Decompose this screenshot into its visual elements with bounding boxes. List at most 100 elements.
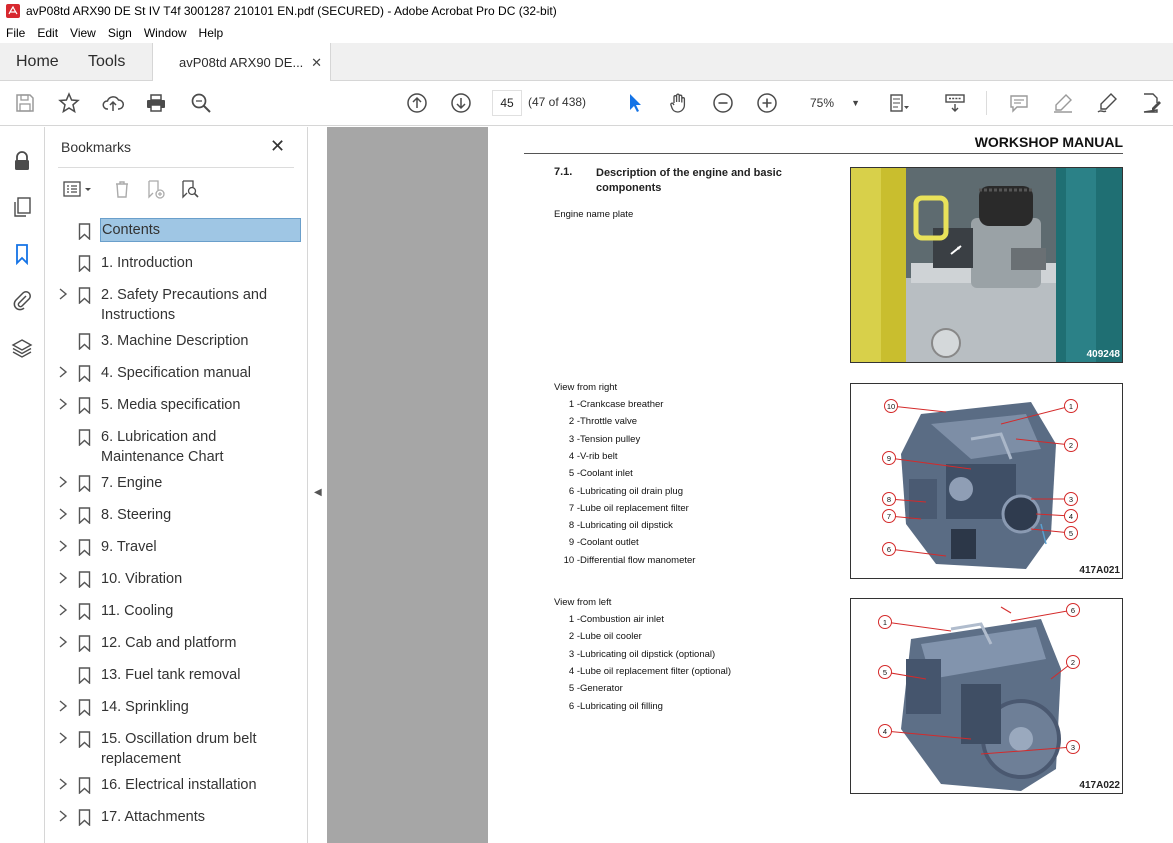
legend-text: Lube oil replacement filter — [580, 502, 689, 514]
bookmark-label: 6. Lubrication and Maintenance Chart — [101, 429, 224, 465]
bookmark-label: 15. Oscillation drum belt replacement — [101, 731, 257, 767]
collapse-panel-icon[interactable]: ◀ — [314, 487, 322, 498]
document-canvas[interactable]: WORKSHOP MANUAL 7.1. Description of the … — [327, 127, 1173, 843]
bookmark-icon — [78, 667, 91, 684]
tab-document[interactable]: avP08td ARX90 DE... ✕ — [152, 43, 331, 82]
expand-chevron-icon[interactable] — [58, 810, 68, 822]
legend-number: 5 - — [568, 468, 580, 480]
engine-photo-illustration — [851, 168, 1122, 362]
bookmarks-panel-title: Bookmarks — [61, 139, 132, 155]
bookmark-label: 9. Travel — [101, 539, 157, 555]
callout-leader-line — [888, 457, 972, 470]
edit-document-icon[interactable] — [1138, 90, 1164, 116]
hand-tool-icon[interactable] — [666, 90, 692, 116]
engine-right-view-figure: 10 1 2 9 3 8 4 7 5 6 417A021 — [850, 383, 1123, 579]
expand-chevron-icon[interactable] — [58, 366, 68, 378]
fit-page-icon[interactable] — [886, 90, 912, 116]
legend-number: 5 - — [568, 683, 580, 695]
zoom-in-icon[interactable] — [754, 90, 780, 116]
engine-name-plate-photo: 409248 — [850, 167, 1123, 363]
tab-tools[interactable]: Tools — [88, 43, 125, 81]
bookmark-label: 14. Sprinkling — [101, 699, 189, 715]
next-page-icon[interactable] — [448, 90, 474, 116]
bookmark-icon — [78, 539, 91, 556]
upload-cloud-icon[interactable] — [100, 90, 126, 116]
left-navigation-rail — [0, 127, 45, 843]
comment-icon[interactable] — [1006, 90, 1032, 116]
star-icon[interactable] — [56, 90, 82, 116]
close-panel-icon[interactable]: ✕ — [270, 136, 285, 157]
page-thumbnails-icon[interactable] — [10, 195, 34, 219]
tab-home[interactable]: Home — [16, 43, 59, 81]
delete-bookmark-icon[interactable] — [110, 177, 134, 201]
callout-label: 2 — [1069, 441, 1073, 450]
callout-leader-line — [890, 405, 947, 413]
save-icon[interactable] — [12, 90, 38, 116]
legend-number: 4 - — [568, 665, 580, 677]
name-plate-label: Engine name plate — [554, 209, 634, 220]
title-bar: avP08td ARX90 DE St IV T4f 3001287 21010… — [0, 0, 1173, 22]
select-cursor-icon[interactable] — [622, 90, 648, 116]
menu-view[interactable]: View — [70, 26, 96, 40]
bookmark-label: 3. Machine Description — [101, 333, 249, 349]
expand-chevron-icon[interactable] — [58, 508, 68, 520]
header-rule — [524, 153, 1123, 154]
close-tab-icon[interactable]: ✕ — [311, 55, 322, 71]
zoom-search-icon[interactable] — [188, 90, 214, 116]
scroll-mode-icon[interactable] — [942, 90, 968, 116]
menu-file[interactable]: File — [6, 26, 25, 40]
right-view-title: View from right — [554, 382, 618, 393]
expand-chevron-icon[interactable] — [58, 288, 68, 300]
bookmark-icon — [78, 429, 91, 446]
page-count: (47 of 438) — [528, 95, 587, 109]
bookmarks-panel: Bookmarks ✕ Contents 1. Introduction 2. Sa… — [46, 127, 308, 843]
zoom-out-icon[interactable] — [710, 90, 736, 116]
expand-chevron-icon[interactable] — [58, 778, 68, 790]
expand-chevron-icon[interactable] — [58, 604, 68, 616]
expand-chevron-icon[interactable] — [58, 572, 68, 584]
menu-sign[interactable]: Sign — [108, 26, 132, 40]
highlight-pen-icon[interactable] — [1050, 90, 1076, 116]
legend-text: Lube oil replacement filter (optional) — [580, 665, 732, 677]
expand-chevron-icon[interactable] — [58, 700, 68, 712]
callout-label: 7 — [887, 512, 891, 521]
bookmark-icon — [78, 571, 91, 588]
legend-text: Lubricating oil drain plug — [580, 485, 683, 497]
menu-help[interactable]: Help — [199, 26, 224, 40]
new-bookmark-icon[interactable] — [144, 177, 168, 201]
chevron-down-icon: ▼ — [851, 98, 860, 108]
page-number-input[interactable]: 45 — [492, 90, 522, 116]
find-bookmark-icon[interactable] — [178, 177, 202, 201]
print-icon[interactable] — [143, 90, 169, 116]
callout-leader-line — [1000, 405, 1072, 425]
bookmark-options-icon[interactable] — [60, 177, 96, 201]
expand-chevron-icon[interactable] — [58, 636, 68, 648]
layers-icon[interactable] — [10, 336, 34, 360]
callout-label: 4 — [883, 727, 887, 736]
expand-chevron-icon[interactable] — [58, 398, 68, 410]
legend-number: 8 - — [568, 520, 580, 532]
expand-chevron-icon[interactable] — [58, 732, 68, 744]
window-title: avP08td ARX90 DE St IV T4f 3001287 21010… — [26, 4, 557, 18]
zoom-level-value: 75% — [810, 96, 835, 110]
lock-icon[interactable] — [10, 149, 34, 173]
legend-text: Coolant outlet — [580, 537, 639, 549]
menu-window[interactable]: Window — [144, 26, 187, 40]
legend-number: 6 - — [568, 485, 580, 497]
callout-label: 4 — [1069, 512, 1073, 521]
pdf-page: WORKSHOP MANUAL 7.1. Description of the … — [488, 127, 1173, 843]
bookmark-panel-icon[interactable] — [10, 242, 34, 266]
legend-number: 1 - — [568, 614, 580, 625]
callout-label: 5 — [1069, 529, 1073, 538]
callout-label: 10 — [887, 402, 895, 411]
sign-pen-icon[interactable] — [1094, 90, 1120, 116]
callout-leader-line — [980, 746, 1074, 755]
expand-chevron-icon[interactable] — [58, 476, 68, 488]
zoom-level-dropdown[interactable]: 75% ▼ — [798, 90, 866, 116]
menu-edit[interactable]: Edit — [37, 26, 58, 40]
engine-left-view-figure: 6 1 5 2 4 3 417A022 — [850, 598, 1123, 794]
previous-page-icon[interactable] — [404, 90, 430, 116]
attachment-paperclip-icon[interactable] — [10, 288, 34, 312]
expand-chevron-icon[interactable] — [58, 540, 68, 552]
bookmark-icon — [78, 507, 91, 524]
